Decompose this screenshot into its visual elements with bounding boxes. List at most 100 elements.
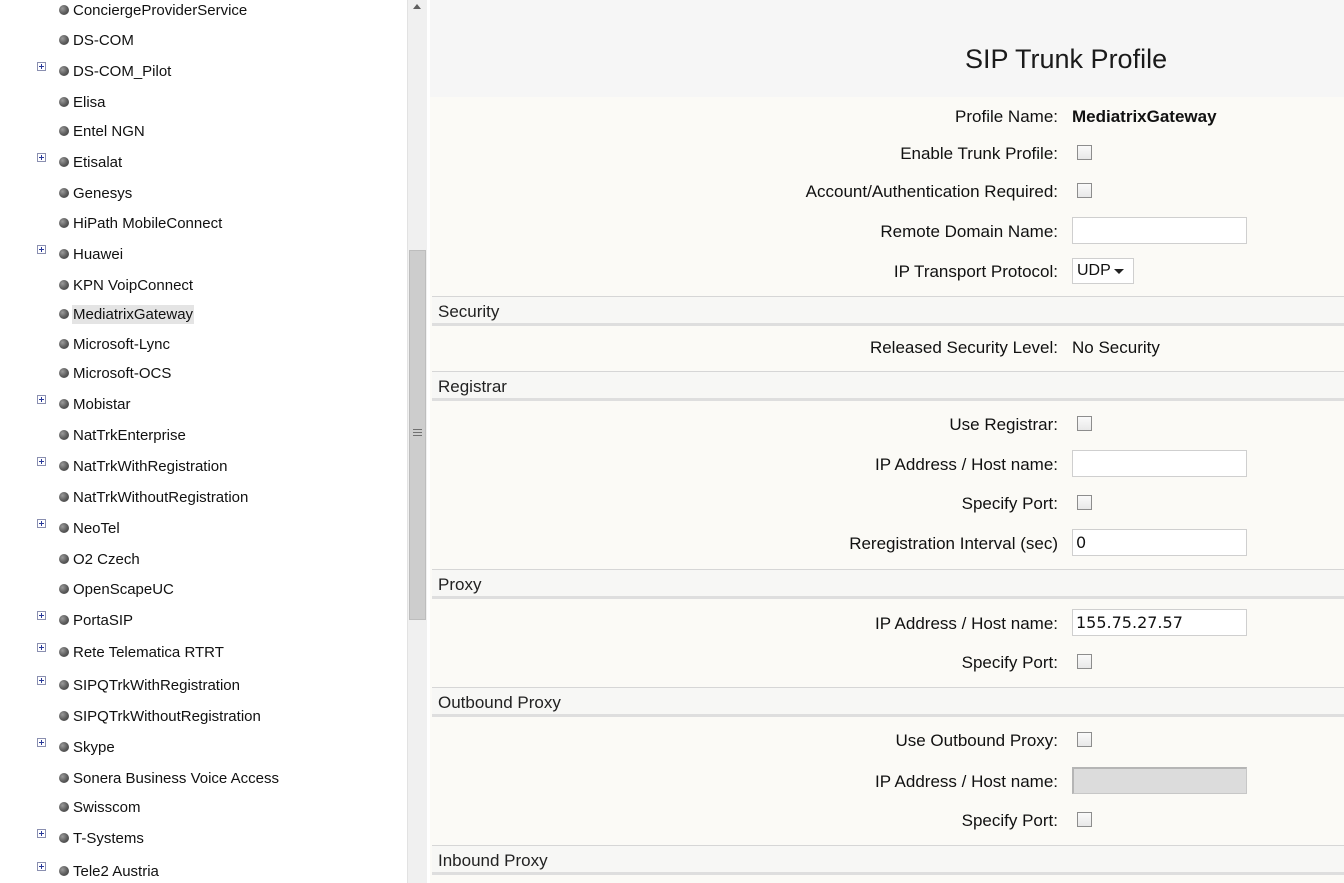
tree-item-neotel[interactable]: NeoTel — [0, 519, 407, 541]
scrollbar-thumb[interactable] — [409, 250, 426, 620]
outbound-port-label: Specify Port: — [961, 811, 1058, 830]
tree-item-hipath-mobileconnect[interactable]: HiPath MobileConnect — [0, 214, 407, 236]
use-outbound-proxy-checkbox[interactable] — [1077, 732, 1092, 747]
tree-item-elisa[interactable]: Elisa — [0, 93, 407, 115]
expand-plus-icon[interactable] — [37, 153, 46, 162]
proxy-port-row: Specify Port: — [430, 647, 1344, 677]
transport-row: IP Transport Protocol: UDP — [430, 256, 1344, 286]
outbound-host-label: IP Address / Host name: — [875, 772, 1058, 791]
use-registrar-label: Use Registrar: — [949, 415, 1058, 434]
node-bullet-icon — [59, 615, 69, 625]
expand-plus-icon[interactable] — [37, 676, 46, 685]
tree-item-etisalat[interactable]: Etisalat — [0, 153, 407, 175]
expand-plus-icon[interactable] — [37, 62, 46, 71]
enable-trunk-row: Enable Trunk Profile: — [430, 138, 1344, 168]
tree-item-nattrkenterprise[interactable]: NatTrkEnterprise — [0, 426, 407, 448]
security-level-value: No Security — [1072, 338, 1160, 357]
transport-select[interactable]: UDP — [1072, 258, 1134, 284]
tree-item-portasip[interactable]: PortaSIP — [0, 611, 407, 633]
expand-plus-icon[interactable] — [37, 738, 46, 747]
node-bullet-icon — [59, 584, 69, 594]
expand-plus-icon[interactable] — [37, 611, 46, 620]
proxy-port-checkbox[interactable] — [1077, 654, 1092, 669]
tree-item-label: Microsoft-OCS — [73, 365, 172, 382]
tree-item-label: Entel NGN — [73, 123, 145, 140]
registrar-host-input[interactable] — [1072, 450, 1247, 477]
use-outbound-proxy-label: Use Outbound Proxy: — [895, 731, 1058, 750]
node-bullet-icon — [59, 157, 69, 167]
auth-required-row: Account/Authentication Required: — [430, 176, 1344, 206]
tree-item-skype[interactable]: Skype — [0, 738, 407, 760]
scroll-up-arrow-icon[interactable] — [413, 4, 421, 9]
expand-plus-icon[interactable] — [37, 643, 46, 652]
proxy-host-input[interactable]: 155.75.27.57 — [1072, 609, 1247, 636]
node-bullet-icon — [59, 773, 69, 783]
tree-item-sonera-business-voice-access[interactable]: Sonera Business Voice Access — [0, 769, 407, 791]
tree-item-label: Skype — [73, 739, 115, 756]
tree-item-label: Tele2 Austria — [73, 863, 159, 880]
auth-required-label: Account/Authentication Required: — [805, 182, 1058, 201]
auth-required-checkbox[interactable] — [1077, 183, 1092, 198]
enable-trunk-checkbox[interactable] — [1077, 145, 1092, 160]
tree-item-tele2-austria[interactable]: Tele2 Austria — [0, 862, 407, 883]
tree-item-kpn-voipconnect[interactable]: KPN VoipConnect — [0, 276, 407, 298]
grip-icon — [413, 429, 422, 438]
node-bullet-icon — [59, 188, 69, 198]
reregistration-row: Reregistration Interval (sec) 0 — [430, 528, 1344, 558]
tree-item-label: KPN VoipConnect — [73, 277, 194, 294]
tree-item-mediatrixgateway[interactable]: MediatrixGateway — [0, 305, 407, 327]
tree-item-label: Sonera Business Voice Access — [73, 770, 279, 787]
outbound-port-checkbox[interactable] — [1077, 812, 1092, 827]
expand-plus-icon[interactable] — [37, 395, 46, 404]
tree-item-openscapeuc[interactable]: OpenScapeUC — [0, 580, 407, 602]
tree-item-conciergeproviderservice[interactable]: ConciergeProviderService — [0, 1, 407, 23]
remote-domain-input[interactable] — [1072, 217, 1247, 244]
node-bullet-icon — [59, 339, 69, 349]
expand-plus-icon[interactable] — [37, 457, 46, 466]
reregistration-input[interactable]: 0 — [1072, 529, 1247, 556]
tree-item-sipqtrkwithoutregistration[interactable]: SIPQTrkWithoutRegistration — [0, 707, 407, 729]
tree-item-microsoft-ocs[interactable]: Microsoft-OCS — [0, 364, 407, 386]
expand-plus-icon[interactable] — [37, 862, 46, 871]
tree-item-ds-com[interactable]: DS-COM — [0, 31, 407, 53]
security-level-row: Released Security Level: No Security — [430, 332, 1344, 362]
tree-item-mobistar[interactable]: Mobistar — [0, 395, 407, 417]
use-outbound-proxy-row: Use Outbound Proxy: — [430, 725, 1344, 755]
tree-item-genesys[interactable]: Genesys — [0, 184, 407, 206]
use-registrar-checkbox[interactable] — [1077, 416, 1092, 431]
section-title: Security — [438, 302, 500, 321]
registrar-host-row: IP Address / Host name: — [430, 449, 1344, 479]
tree-item-label: DS-COM — [73, 32, 134, 49]
tree-item-label: Huawei — [73, 246, 124, 263]
outbound-host-input[interactable] — [1072, 767, 1247, 794]
node-bullet-icon — [59, 368, 69, 378]
tree-item-entel-ngn[interactable]: Entel NGN — [0, 122, 407, 144]
tree-item-label: Rete Telematica RTRT — [73, 644, 224, 661]
expand-plus-icon[interactable] — [37, 519, 46, 528]
tree-item-microsoft-lync[interactable]: Microsoft-Lync — [0, 335, 407, 357]
tree-item-label: ConciergeProviderService — [73, 2, 248, 19]
registrar-port-checkbox[interactable] — [1077, 495, 1092, 510]
profile-tree: ConciergeProviderService DS-COM DS-COM_P… — [0, 0, 407, 883]
tree-item-sipqtrkwithregistration[interactable]: SIPQTrkWithRegistration — [0, 676, 407, 698]
expand-plus-icon[interactable] — [37, 829, 46, 838]
registrar-port-label: Specify Port: — [961, 494, 1058, 513]
node-bullet-icon — [59, 711, 69, 721]
tree-item-t-systems[interactable]: T-Systems — [0, 829, 407, 851]
profile-name-value: MediatrixGateway — [1072, 107, 1217, 126]
tree-item-swisscom[interactable]: Swisscom — [0, 798, 407, 820]
tree-item-nattrkwithoutregistration[interactable]: NatTrkWithoutRegistration — [0, 488, 407, 510]
node-bullet-icon — [59, 742, 69, 752]
node-bullet-icon — [59, 833, 69, 843]
node-bullet-icon — [59, 680, 69, 690]
expand-plus-icon[interactable] — [37, 245, 46, 254]
node-bullet-icon — [59, 523, 69, 533]
node-bullet-icon — [59, 5, 69, 15]
tree-item-ds-com-pilot[interactable]: DS-COM_Pilot — [0, 62, 407, 84]
tree-item-label: NatTrkWithoutRegistration — [73, 489, 249, 506]
tree-item-nattrkwithregistration[interactable]: NatTrkWithRegistration — [0, 457, 407, 479]
tree-scrollbar[interactable] — [407, 0, 427, 883]
tree-item-huawei[interactable]: Huawei — [0, 245, 407, 267]
tree-item-o2-czech[interactable]: O2 Czech — [0, 550, 407, 572]
tree-item-rete-telematica-rtrt[interactable]: Rete Telematica RTRT — [0, 643, 407, 665]
